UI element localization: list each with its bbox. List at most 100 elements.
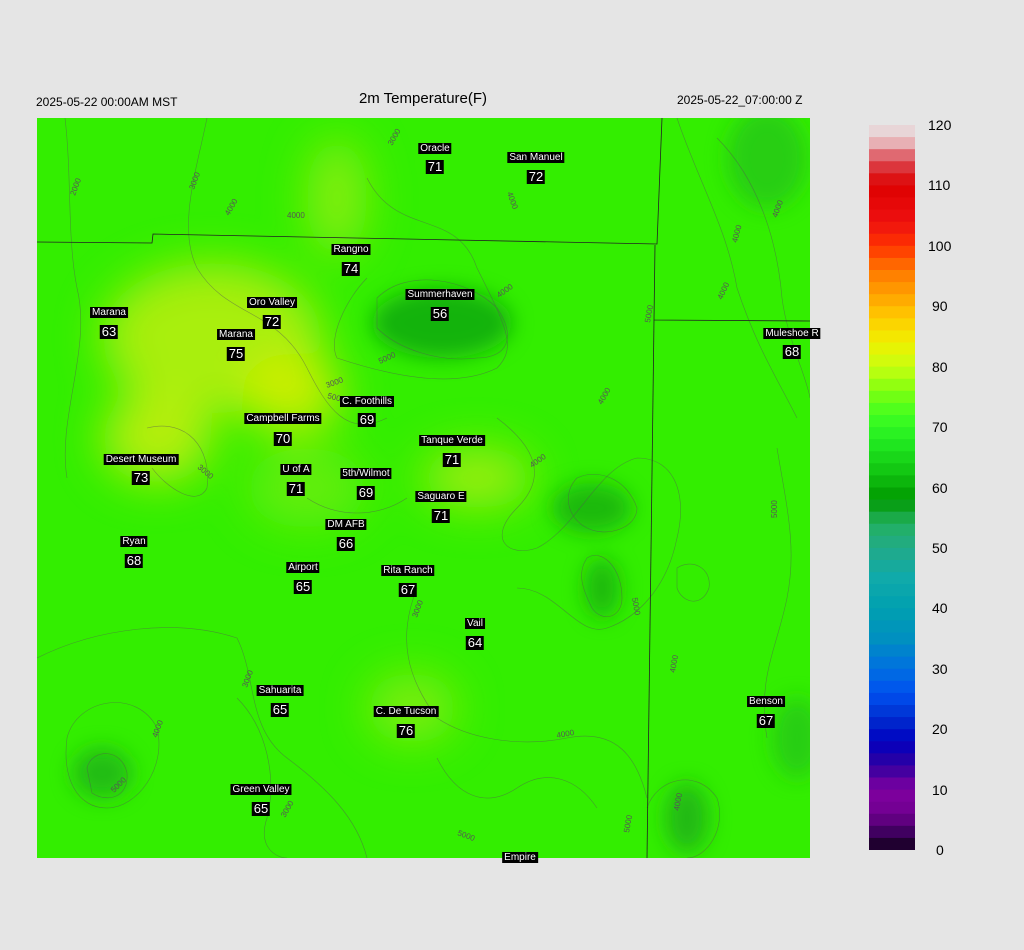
station-name: DM AFB (325, 519, 367, 530)
station-name: Green Valley (230, 784, 292, 795)
cool-zone (584, 558, 620, 618)
color-scale-tick-label: 110 (928, 177, 951, 194)
color-band (869, 608, 915, 622)
color-band (869, 137, 915, 150)
station-temperature: 76 (396, 723, 416, 738)
color-scale-tick-label: 50 (932, 539, 948, 556)
color-band (869, 415, 915, 428)
station-name: Benson (747, 696, 785, 707)
warm-zone (102, 393, 212, 483)
color-band (869, 680, 915, 694)
station-temperature: 72 (526, 169, 546, 184)
station-temperature: 56 (430, 306, 450, 321)
color-band (869, 729, 915, 742)
color-band (869, 523, 915, 537)
warm-zone (307, 138, 367, 258)
color-band (869, 221, 915, 235)
color-band (869, 620, 915, 634)
station-temperature: 72 (262, 314, 282, 329)
color-band (869, 511, 915, 525)
color-scale-tick-label: 90 (932, 298, 948, 315)
station-temperature: 71 (286, 481, 306, 496)
station-temperature: 74 (341, 261, 361, 276)
color-band (869, 705, 915, 718)
color-band (869, 257, 915, 271)
color-band (869, 463, 915, 477)
color-band (869, 282, 915, 295)
color-scale-tick-label: 80 (932, 358, 948, 375)
color-band (869, 233, 915, 247)
color-band (869, 741, 915, 754)
station-name: Vail (465, 618, 485, 629)
color-scale-tick-label: 60 (932, 479, 948, 496)
station-name: Tanque Verde (419, 435, 485, 446)
color-band (869, 427, 915, 440)
color-band (869, 572, 915, 585)
station-temperature: 63 (99, 324, 119, 339)
station-name: Saguaro E (415, 491, 467, 502)
color-band (869, 765, 915, 779)
station-temperature: 65 (293, 579, 313, 594)
color-band (869, 270, 915, 283)
cool-zone (665, 783, 709, 853)
color-band (869, 173, 915, 187)
color-band (869, 837, 915, 851)
color-band (869, 499, 915, 513)
color-band (869, 825, 915, 839)
color-band (869, 753, 915, 767)
color-band (869, 668, 915, 682)
station-name: Sahuarita (256, 685, 304, 696)
color-scale-tick-label: 70 (932, 419, 948, 436)
color-band (869, 125, 915, 138)
station-name: Ryan (120, 536, 148, 547)
station-name: Marana (217, 329, 255, 340)
color-band (869, 439, 915, 452)
color-band (869, 644, 915, 658)
station-name: Airport (286, 562, 320, 573)
color-band (869, 294, 915, 307)
cool-zone (552, 483, 632, 533)
color-band (869, 801, 915, 815)
color-band (869, 632, 915, 646)
station-temperature: 70 (273, 431, 293, 446)
color-band (869, 390, 915, 404)
color-band (869, 185, 915, 199)
color-scale-tick-label: 10 (932, 781, 948, 798)
station-temperature: 65 (270, 702, 290, 717)
color-band (869, 161, 915, 174)
station-temperature: 71 (431, 508, 451, 523)
color-band (869, 366, 915, 380)
station-name: C. Foothills (339, 396, 395, 407)
color-scale-tick-label: 120 (928, 117, 952, 133)
color-band (869, 245, 915, 259)
contour-label: 4000 (287, 211, 305, 220)
color-band (869, 475, 915, 489)
station-name: Rangno (331, 244, 371, 255)
color-band (869, 535, 915, 549)
color-band (869, 342, 915, 356)
station-name: Summerhaven (405, 289, 475, 300)
station-temperature: 68 (124, 553, 144, 568)
station-temperature: 67 (756, 713, 776, 728)
color-band (869, 656, 915, 670)
color-band (869, 813, 915, 827)
color-band (869, 692, 915, 706)
station-temperature: 67 (398, 582, 418, 597)
color-band (869, 777, 915, 791)
valid-time-utc: 2025-05-22_07:00:00 Z (677, 93, 803, 107)
color-band (869, 547, 915, 561)
color-band (869, 451, 915, 464)
contour-label: 5000 (770, 500, 779, 518)
color-band (869, 318, 915, 332)
station-temperature: 71 (425, 159, 445, 174)
station-name: Oro Valley (247, 297, 297, 308)
station-name: San Manuel (507, 152, 565, 163)
station-name: Marana (90, 307, 128, 318)
color-band (869, 330, 915, 344)
color-scale-tick-label: 40 (932, 600, 948, 617)
station-temperature: 73 (131, 470, 151, 485)
station-temperature: 69 (357, 412, 377, 427)
station-name: Rita Ranch (381, 565, 435, 576)
color-band (869, 378, 915, 392)
color-band (869, 487, 915, 501)
